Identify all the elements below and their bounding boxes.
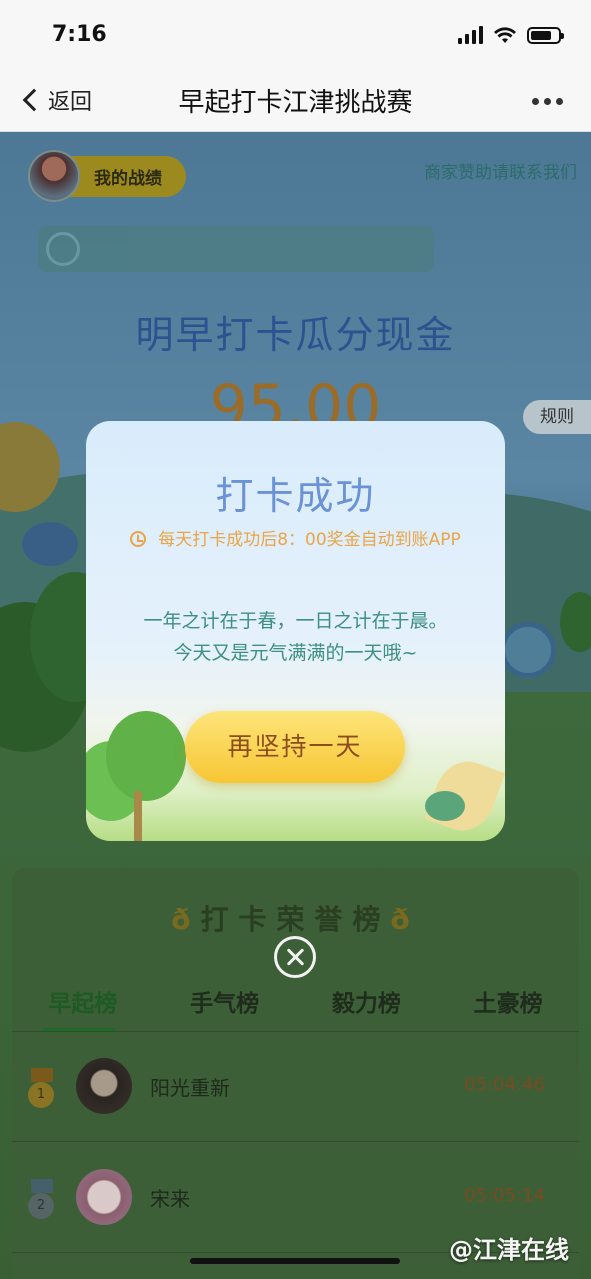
cellular-signal-icon <box>458 26 483 44</box>
avatar <box>28 150 80 202</box>
medal-icon: ð <box>390 903 420 936</box>
quote-line: 一年之计在于春，一日之计在于晨。 <box>143 610 448 632</box>
medal-icon: ð <box>171 903 201 936</box>
more-options-button[interactable] <box>532 98 563 105</box>
tab-perseverance[interactable]: 毅力榜 <box>296 984 438 1032</box>
nav-bar: 返回 早起打卡江津挑战赛 <box>0 70 591 132</box>
ticker-icon <box>46 232 80 266</box>
clock-time: 7:16 <box>52 22 107 47</box>
leaderboard-title: ð打卡荣誉榜ð <box>171 903 420 936</box>
announcement-ticker <box>38 226 434 272</box>
dot-icon <box>544 98 551 105</box>
watermark: @江津在线 <box>449 1236 569 1264</box>
bird-icon <box>22 522 78 566</box>
checkin-time: 05:04:46 <box>464 1074 545 1095</box>
tree-decoration <box>106 711 186 801</box>
headline: 明早打卡瓜分现金 <box>135 313 456 357</box>
my-stats-label: 我的战绩 <box>66 155 186 197</box>
quote-line: 今天又是元气满满的一天哦~ <box>173 642 418 664</box>
user-name: 宋来 <box>150 1187 190 1211</box>
wifi-icon <box>494 27 516 43</box>
user-name: 阳光重新 <box>150 1076 230 1100</box>
avatar <box>76 1169 132 1225</box>
sponsor-contact-link[interactable]: 商家赞助请联系我们 <box>424 158 577 183</box>
table-row[interactable]: 1 阳光重新 05:04:46 <box>12 1032 579 1142</box>
silver-medal-icon: 2 <box>28 1179 56 1219</box>
status-icons <box>458 26 564 44</box>
checkin-success-modal: 打卡成功 每天打卡成功后8：00奖金自动到账APP 一年之计在于春，一日之计在于… <box>86 421 505 841</box>
modal-title: 打卡成功 <box>215 474 376 518</box>
dot-icon <box>556 98 563 105</box>
home-indicator[interactable] <box>190 1258 400 1264</box>
tab-big-spender[interactable]: 土豪榜 <box>437 984 579 1032</box>
keep-going-button[interactable]: 再坚持一天 <box>185 711 405 783</box>
rules-button[interactable]: 规则 <box>523 400 591 434</box>
honor-leaderboard: ð打卡荣誉榜ð 早起榜 手气榜 毅力榜 土豪榜 1 阳光重新 05:04:46 … <box>12 868 579 1279</box>
checkin-time: 05:05:14 <box>464 1185 545 1206</box>
alarm-clock-icon <box>500 622 556 678</box>
alarm-clock-icon <box>130 531 147 547</box>
battery-icon <box>527 26 564 44</box>
modal-subtitle: 每天打卡成功后8：00奖金自动到账APP <box>86 525 505 550</box>
tab-luck[interactable]: 手气榜 <box>154 984 296 1032</box>
leaderboard-tabs: 早起榜 手气榜 毅力榜 土豪榜 <box>12 984 579 1032</box>
tab-early-rise[interactable]: 早起榜 <box>12 984 154 1032</box>
page-title: 早起打卡江津挑战赛 <box>178 88 413 118</box>
close-modal-button[interactable] <box>274 936 316 978</box>
gold-medal-icon: 1 <box>28 1068 56 1108</box>
tree-trunk <box>134 791 142 841</box>
fern-icon <box>425 791 465 821</box>
dot-icon <box>532 98 539 105</box>
motivational-quote: 一年之计在于春，一日之计在于晨。 今天又是元气满满的一天哦~ <box>86 605 505 669</box>
avatar <box>76 1058 132 1114</box>
my-stats-button[interactable]: 我的战绩 <box>28 150 186 202</box>
status-bar: 7:16 <box>0 0 591 70</box>
